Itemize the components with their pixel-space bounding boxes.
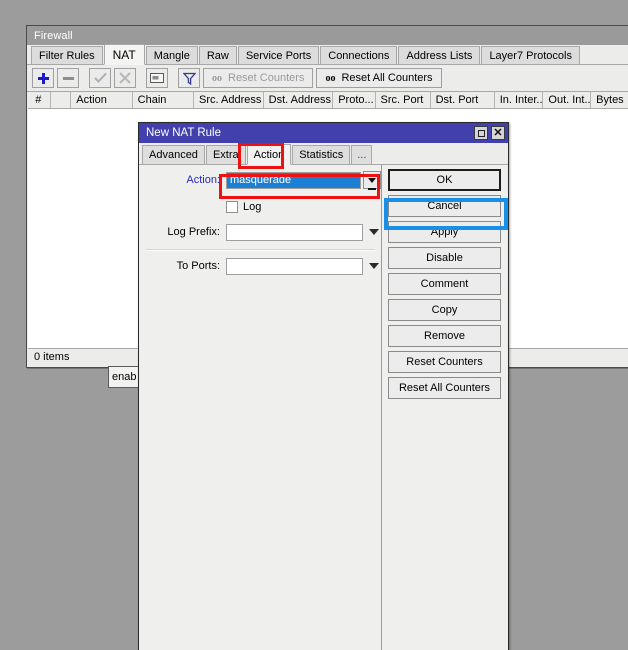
- log-prefix-row: Log Prefix:: [140, 221, 381, 243]
- reset-counters-label: Reset Counters: [228, 72, 304, 84]
- log-prefix-chevron-down-icon[interactable]: [369, 229, 379, 235]
- remove-rule-button[interactable]: [57, 68, 79, 88]
- tab-mangle[interactable]: Mangle: [146, 46, 198, 64]
- reset-all-counters-prefix: oo: [325, 73, 335, 84]
- dialog-tab-statistics[interactable]: Statistics: [292, 145, 350, 164]
- reset-all-counters-button[interactable]: oo Reset All Counters: [316, 68, 441, 88]
- action-combo-button[interactable]: [363, 171, 381, 189]
- plus-icon: [38, 73, 49, 84]
- tab-service-ports[interactable]: Service Ports: [238, 46, 319, 64]
- tab-layer7-protocols[interactable]: Layer7 Protocols: [481, 46, 580, 64]
- to-ports-row: To Ports:: [140, 255, 381, 277]
- to-ports-label: To Ports:: [140, 260, 226, 272]
- to-ports-input[interactable]: [226, 258, 363, 275]
- nat-dialog-titlebar: New NAT Rule ✕: [139, 123, 508, 143]
- disable-rule-button[interactable]: [114, 68, 136, 88]
- log-prefix-input[interactable]: [226, 224, 363, 241]
- comment-icon: [150, 72, 164, 84]
- close-button[interactable]: ✕: [491, 126, 505, 140]
- firewall-toolbar: oo Reset Counters oo Reset All Counters: [27, 65, 628, 91]
- comment-button[interactable]: [146, 68, 168, 88]
- action-row: Action: masquerade: [140, 169, 381, 191]
- remove-button[interactable]: Remove: [388, 325, 501, 347]
- comment-button[interactable]: Comment: [388, 273, 501, 295]
- filter-button[interactable]: [178, 68, 200, 88]
- reset-all-counters-dialog-button[interactable]: Reset All Counters: [388, 377, 501, 399]
- dialog-button-panel: OK Cancel Apply Disable Comment Copy Rem…: [382, 165, 507, 650]
- reset-counters-prefix: oo: [212, 73, 222, 84]
- tab-connections[interactable]: Connections: [320, 46, 397, 64]
- ok-button[interactable]: OK: [388, 169, 501, 191]
- firewall-tabstrip: Filter Rules NAT Mangle Raw Service Port…: [27, 45, 628, 65]
- copy-button[interactable]: Copy: [388, 299, 501, 321]
- firewall-titlebar: Firewall: [27, 26, 628, 45]
- apply-button[interactable]: Apply: [388, 221, 501, 243]
- to-ports-chevron-down-icon[interactable]: [369, 263, 379, 269]
- minus-icon: [63, 77, 74, 80]
- log-row: Log: [140, 197, 381, 217]
- nat-dialog-title: New NAT Rule: [146, 127, 471, 139]
- log-label: Log: [243, 201, 261, 213]
- column-header-dst-address[interactable]: Dst. Address: [264, 92, 334, 109]
- action-label: Action:: [140, 174, 226, 186]
- dialog-tab-action[interactable]: Action: [247, 144, 292, 165]
- column-header-bytes[interactable]: Bytes: [591, 92, 628, 109]
- reset-counters-dialog-button[interactable]: Reset Counters: [388, 351, 501, 373]
- disable-button[interactable]: Disable: [388, 247, 501, 269]
- new-nat-rule-dialog: New NAT Rule ✕ Advanced Extra Action Sta…: [138, 122, 509, 650]
- action-form-panel: Action: masquerade Log Log Prefix:: [140, 165, 382, 650]
- column-header-action[interactable]: Action: [71, 92, 132, 109]
- tab-address-lists[interactable]: Address Lists: [398, 46, 480, 64]
- log-checkbox[interactable]: [226, 201, 238, 213]
- funnel-icon: [183, 72, 196, 85]
- log-prefix-label: Log Prefix:: [140, 226, 226, 238]
- dialog-tab-more[interactable]: ...: [351, 145, 372, 164]
- tab-nat[interactable]: NAT: [104, 44, 145, 65]
- column-header-src-port[interactable]: Src. Port: [376, 92, 431, 109]
- nat-dialog-body: Action: masquerade Log Log Prefix:: [140, 165, 507, 650]
- action-select[interactable]: masquerade: [226, 172, 361, 189]
- check-icon: [94, 72, 107, 84]
- column-header-dst-port[interactable]: Dst. Port: [431, 92, 495, 109]
- form-divider: [146, 249, 375, 251]
- dialog-tab-advanced[interactable]: Advanced: [142, 145, 205, 164]
- background-enable-chip[interactable]: enab: [108, 366, 142, 388]
- combo-arrow-icon: [368, 178, 376, 183]
- reset-all-counters-label: Reset All Counters: [341, 72, 432, 84]
- rules-column-header: # Action Chain Src. Address Dst. Address…: [27, 91, 628, 108]
- tab-filter-rules[interactable]: Filter Rules: [31, 46, 103, 64]
- column-header-out-interface[interactable]: Out. Int...: [543, 92, 591, 109]
- tab-raw[interactable]: Raw: [199, 46, 237, 64]
- column-header-blank[interactable]: [51, 92, 72, 109]
- enable-rule-button[interactable]: [89, 68, 111, 88]
- firewall-window-title: Firewall: [34, 30, 73, 42]
- restore-button[interactable]: [474, 126, 488, 140]
- column-header-protocol[interactable]: Proto...: [333, 92, 375, 109]
- column-header-index[interactable]: #: [27, 92, 51, 109]
- restore-icon: [478, 130, 485, 137]
- cross-icon: [119, 72, 131, 84]
- column-header-src-address[interactable]: Src. Address: [194, 92, 264, 109]
- nat-dialog-tabstrip: Advanced Extra Action Statistics ...: [139, 143, 508, 165]
- column-header-chain[interactable]: Chain: [133, 92, 194, 109]
- screen-root: Firewall Filter Rules NAT Mangle Raw Ser…: [0, 0, 628, 650]
- dialog-tab-extra[interactable]: Extra: [206, 145, 246, 164]
- close-icon: ✕: [493, 128, 502, 138]
- add-rule-button[interactable]: [32, 68, 54, 88]
- column-header-in-interface[interactable]: In. Inter...: [495, 92, 544, 109]
- cancel-button[interactable]: Cancel: [388, 195, 501, 217]
- reset-counters-button[interactable]: oo Reset Counters: [203, 68, 313, 88]
